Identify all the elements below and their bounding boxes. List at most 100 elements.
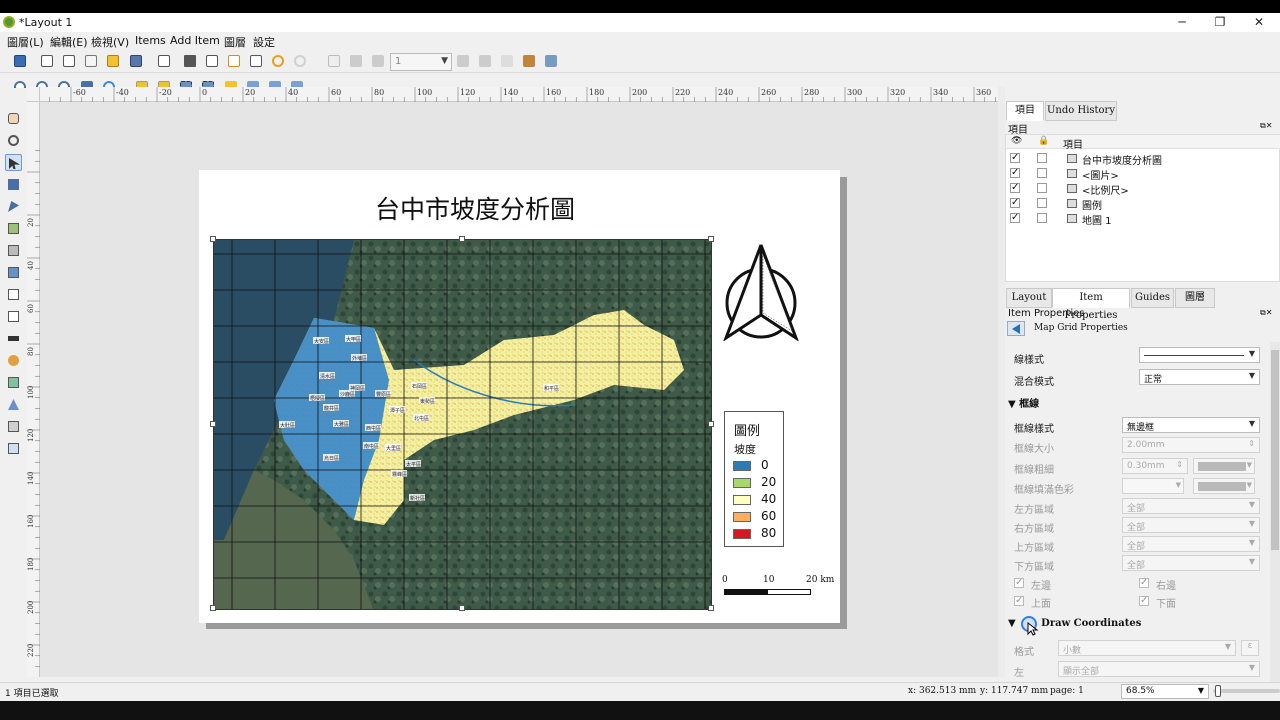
props-scrollbar[interactable] bbox=[1270, 342, 1280, 682]
frame-fill1-button[interactable]: ▼ bbox=[1122, 478, 1184, 494]
selection-handle[interactable] bbox=[459, 605, 465, 611]
lock-checkbox[interactable] bbox=[1037, 198, 1047, 208]
export-atlas-icon[interactable] bbox=[520, 52, 538, 70]
add-page-icon[interactable] bbox=[155, 52, 173, 70]
add-shape-icon[interactable] bbox=[5, 374, 22, 391]
left-division-combo[interactable]: 全部 ▼ bbox=[1122, 498, 1260, 514]
select-move-icon[interactable] bbox=[5, 154, 22, 171]
tab-layout[interactable]: Layout bbox=[1006, 288, 1052, 308]
legend-item[interactable]: 圖例 坡度 0 20 40 60 80 bbox=[724, 411, 784, 547]
float-panel-icon[interactable]: ⧉✕ bbox=[1260, 308, 1272, 318]
tab-items[interactable]: 項目 bbox=[1006, 101, 1044, 121]
save-template-icon[interactable] bbox=[127, 52, 145, 70]
right-side-checkbox[interactable]: ✓ bbox=[1139, 578, 1149, 588]
menu-settings[interactable]: 設定 bbox=[253, 34, 275, 50]
zoom-slider[interactable] bbox=[1213, 685, 1280, 697]
zoom-slider-handle[interactable] bbox=[1215, 685, 1221, 697]
menu-layer[interactable]: 圖層(L) bbox=[7, 34, 44, 50]
tab-atlas[interactable]: 圖層 bbox=[1175, 288, 1215, 308]
selection-handle[interactable] bbox=[708, 421, 714, 427]
selection-handle[interactable] bbox=[708, 605, 714, 611]
add-scalebar-icon[interactable] bbox=[5, 330, 22, 347]
tree-row[interactable]: ✓ 地圖 1 bbox=[1006, 211, 1280, 227]
page-number-combo[interactable]: 1 ▼ bbox=[390, 53, 452, 71]
maximize-button[interactable]: ❐ bbox=[1205, 14, 1235, 30]
add-map-icon[interactable] bbox=[5, 220, 22, 237]
open-folder-icon[interactable] bbox=[104, 52, 122, 70]
selection-handle[interactable] bbox=[708, 236, 714, 242]
tree-row[interactable]: ✓ 圖例 bbox=[1006, 196, 1280, 212]
visible-checkbox[interactable]: ✓ bbox=[1010, 153, 1020, 163]
zoom-tool-icon[interactable] bbox=[5, 132, 22, 149]
top-division-combo[interactable]: 全部 ▼ bbox=[1122, 536, 1260, 552]
add-attribute-table-icon[interactable] bbox=[5, 440, 22, 457]
frame-section[interactable]: ▼ 框線 bbox=[1008, 395, 1039, 410]
menu-view[interactable]: 檢視(V) bbox=[91, 34, 129, 50]
left-coords-combo[interactable]: 顯示全部 ▼ bbox=[1058, 661, 1260, 677]
add-3d-map-icon[interactable] bbox=[5, 242, 22, 259]
edit-nodes-icon[interactable] bbox=[5, 198, 22, 215]
north-arrow-icon[interactable] bbox=[722, 243, 802, 341]
frame-thickness-spinbox[interactable]: 0.30mm ⇕ bbox=[1122, 458, 1188, 474]
scalebar-item[interactable] bbox=[724, 589, 811, 595]
visible-checkbox[interactable]: ✓ bbox=[1010, 183, 1020, 193]
new-layout-icon[interactable] bbox=[38, 52, 56, 70]
frame-style-combo[interactable]: 無邊框 ▼ bbox=[1122, 417, 1260, 433]
last-feature-icon[interactable] bbox=[476, 52, 494, 70]
menu-items[interactable]: Items bbox=[135, 34, 166, 47]
atlas-preview-icon[interactable] bbox=[325, 52, 343, 70]
tree-row[interactable]: ✓ 台中市坡度分析圖 bbox=[1006, 151, 1280, 167]
frame-size-spinbox[interactable]: 2.00mm ⇕ bbox=[1122, 437, 1260, 453]
duplicate-layout-icon[interactable] bbox=[60, 52, 78, 70]
minimize-button[interactable]: ─ bbox=[1167, 14, 1197, 30]
selection-handle[interactable] bbox=[210, 421, 216, 427]
line-style-combo[interactable]: ▼ bbox=[1139, 347, 1260, 363]
lock-checkbox[interactable] bbox=[1037, 213, 1047, 223]
visible-checkbox[interactable]: ✓ bbox=[1010, 213, 1020, 223]
tree-row[interactable]: ✓ <比例尺> bbox=[1006, 181, 1280, 197]
back-button[interactable] bbox=[1007, 321, 1025, 336]
top-side-checkbox[interactable]: ✓ bbox=[1014, 596, 1024, 606]
bottom-division-combo[interactable]: 全部 ▼ bbox=[1122, 555, 1260, 571]
redo-icon[interactable] bbox=[291, 52, 309, 70]
lock-checkbox[interactable] bbox=[1037, 183, 1047, 193]
layout-manager-icon[interactable] bbox=[82, 52, 100, 70]
add-legend-icon[interactable] bbox=[5, 308, 22, 325]
lock-checkbox[interactable] bbox=[1037, 153, 1047, 163]
move-content-icon[interactable] bbox=[5, 176, 22, 193]
left-side-checkbox[interactable]: ✓ bbox=[1014, 578, 1024, 588]
undo-icon[interactable] bbox=[269, 52, 287, 70]
zoom-combo[interactable]: 68.5% ▼ bbox=[1121, 684, 1209, 699]
atlas-settings-icon[interactable] bbox=[542, 52, 560, 70]
bottom-side-checkbox[interactable]: ✓ bbox=[1139, 596, 1149, 606]
menu-edit[interactable]: 編輯(E) bbox=[50, 34, 88, 50]
add-marker-icon[interactable] bbox=[5, 396, 22, 413]
tab-undo-history[interactable]: Undo History bbox=[1045, 101, 1117, 121]
map-title-label[interactable]: 台中市坡度分析圖 bbox=[199, 190, 751, 226]
previous-feature-icon[interactable] bbox=[369, 52, 387, 70]
add-north-arrow-icon[interactable] bbox=[5, 352, 22, 369]
next-feature-icon[interactable] bbox=[454, 52, 472, 70]
print-icon[interactable] bbox=[181, 52, 199, 70]
first-feature-icon[interactable] bbox=[347, 52, 365, 70]
canvas-scrollbar[interactable] bbox=[998, 87, 1005, 677]
add-html-icon[interactable] bbox=[5, 418, 22, 435]
pan-icon[interactable] bbox=[5, 110, 22, 127]
lock-checkbox[interactable] bbox=[1037, 168, 1047, 178]
selection-handle[interactable] bbox=[210, 605, 216, 611]
menu-add-item[interactable]: Add Item bbox=[170, 34, 220, 47]
tab-guides[interactable]: Guides bbox=[1131, 288, 1174, 308]
frame-fill2-button[interactable]: ▼ bbox=[1193, 478, 1255, 494]
save-icon[interactable] bbox=[11, 52, 29, 70]
map-item[interactable]: 大安區 大甲區 外埔區 清水區 梧棲區 沙鹿區 龍井區 大肚區 神岡區 豐原區 潭子區 大雅區 西屯區 北… bbox=[213, 239, 712, 610]
expression-button[interactable]: ε bbox=[1241, 640, 1259, 656]
export-image-icon[interactable] bbox=[203, 52, 221, 70]
print-atlas-icon[interactable] bbox=[498, 52, 516, 70]
visible-checkbox[interactable]: ✓ bbox=[1010, 198, 1020, 208]
tab-item-properties[interactable]: Item Properties bbox=[1052, 288, 1130, 321]
format-combo[interactable]: 小數 ▼ bbox=[1058, 640, 1236, 656]
add-label-icon[interactable] bbox=[5, 286, 22, 303]
selection-handle[interactable] bbox=[459, 236, 465, 242]
tree-row[interactable]: ✓ <圖片> bbox=[1006, 166, 1280, 182]
export-svg-icon[interactable] bbox=[225, 52, 243, 70]
